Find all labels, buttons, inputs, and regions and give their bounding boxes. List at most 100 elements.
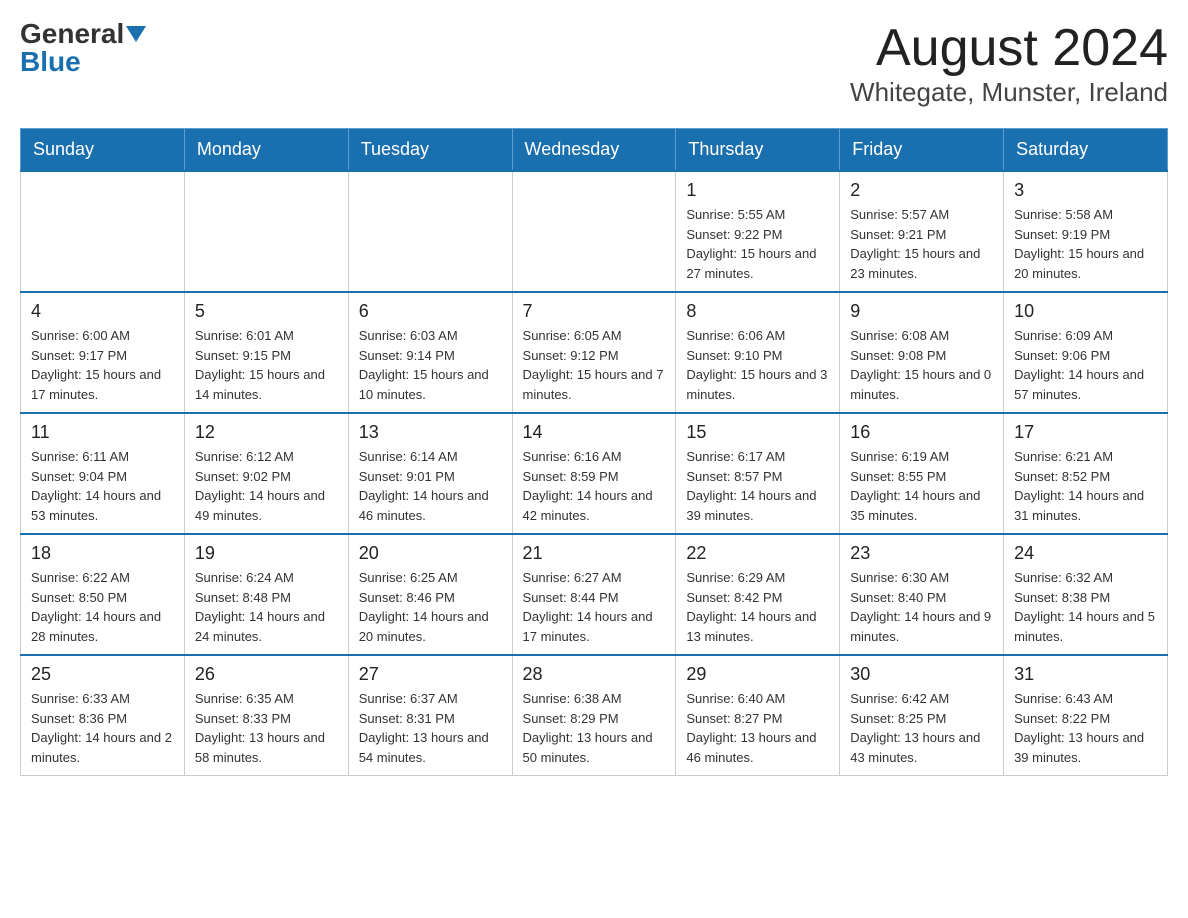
calendar-cell: 15 Sunrise: 6:17 AM Sunset: 8:57 PM Dayli… xyxy=(676,413,840,534)
calendar-cell: 5 Sunrise: 6:01 AM Sunset: 9:15 PM Daylig… xyxy=(184,292,348,413)
day-info: Sunrise: 6:19 AM Sunset: 8:55 PM Dayligh… xyxy=(850,447,993,525)
day-number: 20 xyxy=(359,543,502,564)
day-info: Sunrise: 6:43 AM Sunset: 8:22 PM Dayligh… xyxy=(1014,689,1157,767)
day-info: Sunrise: 5:55 AM Sunset: 9:22 PM Dayligh… xyxy=(686,205,829,283)
day-info: Sunrise: 5:57 AM Sunset: 9:21 PM Dayligh… xyxy=(850,205,993,283)
day-info: Sunrise: 6:17 AM Sunset: 8:57 PM Dayligh… xyxy=(686,447,829,525)
calendar-cell xyxy=(184,171,348,292)
day-number: 25 xyxy=(31,664,174,685)
day-info: Sunrise: 6:35 AM Sunset: 8:33 PM Dayligh… xyxy=(195,689,338,767)
week-row-2: 11 Sunrise: 6:11 AM Sunset: 9:04 PM Dayli… xyxy=(21,413,1168,534)
day-info: Sunrise: 6:21 AM Sunset: 8:52 PM Dayligh… xyxy=(1014,447,1157,525)
day-info: Sunrise: 5:58 AM Sunset: 9:19 PM Dayligh… xyxy=(1014,205,1157,283)
day-info: Sunrise: 6:25 AM Sunset: 8:46 PM Dayligh… xyxy=(359,568,502,646)
calendar-cell: 27 Sunrise: 6:37 AM Sunset: 8:31 PM Dayli… xyxy=(348,655,512,776)
day-info: Sunrise: 6:09 AM Sunset: 9:06 PM Dayligh… xyxy=(1014,326,1157,404)
calendar-cell: 3 Sunrise: 5:58 AM Sunset: 9:19 PM Daylig… xyxy=(1004,171,1168,292)
day-info: Sunrise: 6:05 AM Sunset: 9:12 PM Dayligh… xyxy=(523,326,666,404)
calendar-cell: 9 Sunrise: 6:08 AM Sunset: 9:08 PM Daylig… xyxy=(840,292,1004,413)
day-info: Sunrise: 6:38 AM Sunset: 8:29 PM Dayligh… xyxy=(523,689,666,767)
logo: General Blue xyxy=(20,20,146,76)
calendar-table: SundayMondayTuesdayWednesdayThursdayFrid… xyxy=(20,128,1168,776)
calendar-cell: 16 Sunrise: 6:19 AM Sunset: 8:55 PM Dayli… xyxy=(840,413,1004,534)
calendar-cell: 13Sunrise: 6:14 AM Sunset: 9:01 PM Dayli… xyxy=(348,413,512,534)
day-number: 19 xyxy=(195,543,338,564)
calendar-cell: 2 Sunrise: 5:57 AM Sunset: 9:21 PM Daylig… xyxy=(840,171,1004,292)
day-info: Sunrise: 6:32 AM Sunset: 8:38 PM Dayligh… xyxy=(1014,568,1157,646)
calendar-cell: 24 Sunrise: 6:32 AM Sunset: 8:38 PM Dayli… xyxy=(1004,534,1168,655)
calendar-cell: 29 Sunrise: 6:40 AM Sunset: 8:27 PM Dayli… xyxy=(676,655,840,776)
day-number: 21 xyxy=(523,543,666,564)
calendar-cell: 6 Sunrise: 6:03 AM Sunset: 9:14 PM Daylig… xyxy=(348,292,512,413)
day-number: 27 xyxy=(359,664,502,685)
day-number: 12 xyxy=(195,422,338,443)
calendar-cell: 31Sunrise: 6:43 AM Sunset: 8:22 PM Dayli… xyxy=(1004,655,1168,776)
header-thursday: Thursday xyxy=(676,129,840,172)
day-info: Sunrise: 6:29 AM Sunset: 8:42 PM Dayligh… xyxy=(686,568,829,646)
day-info: Sunrise: 6:40 AM Sunset: 8:27 PM Dayligh… xyxy=(686,689,829,767)
day-info: Sunrise: 6:24 AM Sunset: 8:48 PM Dayligh… xyxy=(195,568,338,646)
calendar-cell: 7Sunrise: 6:05 AM Sunset: 9:12 PM Daylig… xyxy=(512,292,676,413)
day-info: Sunrise: 6:42 AM Sunset: 8:25 PM Dayligh… xyxy=(850,689,993,767)
title-section: August 2024 Whitegate, Munster, Ireland xyxy=(850,20,1168,108)
day-number: 9 xyxy=(850,301,993,322)
calendar-cell: 30Sunrise: 6:42 AM Sunset: 8:25 PM Dayli… xyxy=(840,655,1004,776)
page-header: General Blue August 2024 Whitegate, Muns… xyxy=(20,20,1168,108)
calendar-cell: 19 Sunrise: 6:24 AM Sunset: 8:48 PM Dayli… xyxy=(184,534,348,655)
calendar-cell: 21Sunrise: 6:27 AM Sunset: 8:44 PM Dayli… xyxy=(512,534,676,655)
week-row-0: 1 Sunrise: 5:55 AM Sunset: 9:22 PM Daylig… xyxy=(21,171,1168,292)
day-number: 15 xyxy=(686,422,829,443)
day-number: 26 xyxy=(195,664,338,685)
header-monday: Monday xyxy=(184,129,348,172)
day-info: Sunrise: 6:03 AM Sunset: 9:14 PM Dayligh… xyxy=(359,326,502,404)
day-number: 17 xyxy=(1014,422,1157,443)
day-number: 6 xyxy=(359,301,502,322)
day-info: Sunrise: 6:12 AM Sunset: 9:02 PM Dayligh… xyxy=(195,447,338,525)
day-info: Sunrise: 6:06 AM Sunset: 9:10 PM Dayligh… xyxy=(686,326,829,404)
day-number: 11 xyxy=(31,422,174,443)
logo-general-text: General xyxy=(20,20,124,48)
calendar-cell: 26 Sunrise: 6:35 AM Sunset: 8:33 PM Dayli… xyxy=(184,655,348,776)
day-info: Sunrise: 6:01 AM Sunset: 9:15 PM Dayligh… xyxy=(195,326,338,404)
day-number: 3 xyxy=(1014,180,1157,201)
day-info: Sunrise: 6:37 AM Sunset: 8:31 PM Dayligh… xyxy=(359,689,502,767)
week-row-1: 4 Sunrise: 6:00 AM Sunset: 9:17 PM Daylig… xyxy=(21,292,1168,413)
calendar-cell xyxy=(512,171,676,292)
calendar-cell: 4 Sunrise: 6:00 AM Sunset: 9:17 PM Daylig… xyxy=(21,292,185,413)
header-friday: Friday xyxy=(840,129,1004,172)
day-number: 24 xyxy=(1014,543,1157,564)
day-info: Sunrise: 6:16 AM Sunset: 8:59 PM Dayligh… xyxy=(523,447,666,525)
day-info: Sunrise: 6:11 AM Sunset: 9:04 PM Dayligh… xyxy=(31,447,174,525)
calendar-cell: 17 Sunrise: 6:21 AM Sunset: 8:52 PM Dayli… xyxy=(1004,413,1168,534)
day-number: 23 xyxy=(850,543,993,564)
day-number: 29 xyxy=(686,664,829,685)
day-number: 16 xyxy=(850,422,993,443)
calendar-header: SundayMondayTuesdayWednesdayThursdayFrid… xyxy=(21,129,1168,172)
calendar-cell xyxy=(21,171,185,292)
day-info: Sunrise: 6:30 AM Sunset: 8:40 PM Dayligh… xyxy=(850,568,993,646)
day-number: 18 xyxy=(31,543,174,564)
week-row-4: 25Sunrise: 6:33 AM Sunset: 8:36 PM Dayli… xyxy=(21,655,1168,776)
calendar-cell: 22Sunrise: 6:29 AM Sunset: 8:42 PM Dayli… xyxy=(676,534,840,655)
day-number: 4 xyxy=(31,301,174,322)
logo-blue-text: Blue xyxy=(20,48,81,76)
month-title: August 2024 xyxy=(850,20,1168,77)
day-info: Sunrise: 6:00 AM Sunset: 9:17 PM Dayligh… xyxy=(31,326,174,404)
calendar-cell: 11 Sunrise: 6:11 AM Sunset: 9:04 PM Dayli… xyxy=(21,413,185,534)
day-number: 1 xyxy=(686,180,829,201)
header-tuesday: Tuesday xyxy=(348,129,512,172)
calendar-cell: 23 Sunrise: 6:30 AM Sunset: 8:40 PM Dayli… xyxy=(840,534,1004,655)
header-sunday: Sunday xyxy=(21,129,185,172)
day-info: Sunrise: 6:08 AM Sunset: 9:08 PM Dayligh… xyxy=(850,326,993,404)
day-info: Sunrise: 6:22 AM Sunset: 8:50 PM Dayligh… xyxy=(31,568,174,646)
day-number: 2 xyxy=(850,180,993,201)
day-info: Sunrise: 6:14 AM Sunset: 9:01 PM Dayligh… xyxy=(359,447,502,525)
calendar-cell: 14 Sunrise: 6:16 AM Sunset: 8:59 PM Dayli… xyxy=(512,413,676,534)
day-number: 14 xyxy=(523,422,666,443)
day-number: 10 xyxy=(1014,301,1157,322)
calendar-cell: 25Sunrise: 6:33 AM Sunset: 8:36 PM Dayli… xyxy=(21,655,185,776)
calendar-cell: 10 Sunrise: 6:09 AM Sunset: 9:06 PM Dayli… xyxy=(1004,292,1168,413)
calendar-body: 1 Sunrise: 5:55 AM Sunset: 9:22 PM Daylig… xyxy=(21,171,1168,776)
calendar-cell: 8Sunrise: 6:06 AM Sunset: 9:10 PM Daylig… xyxy=(676,292,840,413)
day-number: 5 xyxy=(195,301,338,322)
